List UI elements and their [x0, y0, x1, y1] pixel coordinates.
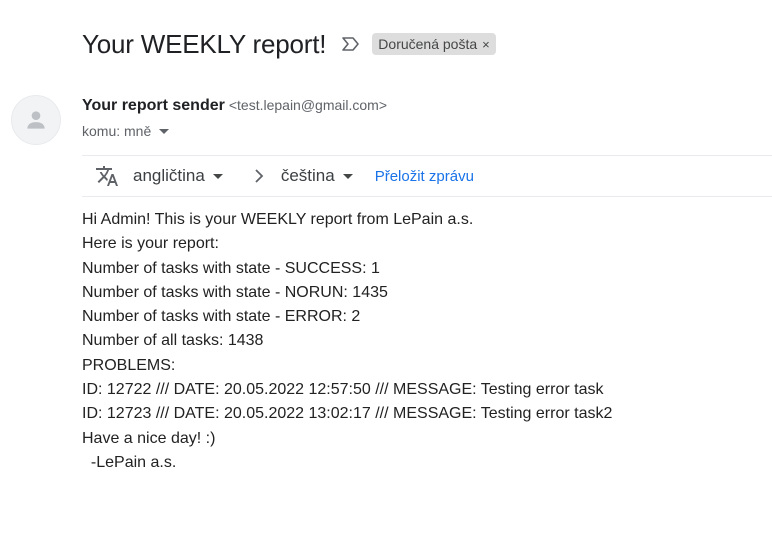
- message-line-signature: -LePain a.s.: [82, 453, 177, 471]
- translate-bar: angličtina čeština Přeložit zprávu: [82, 155, 772, 197]
- translate-message-link[interactable]: Přeložit zprávu: [375, 168, 474, 185]
- recipient-details-toggle[interactable]: komu: mně: [82, 123, 170, 139]
- subject-row: Your WEEKLY report! Doručená pošta ×: [82, 24, 496, 64]
- inbox-label-text: Doručená pošta: [378, 36, 478, 52]
- source-language-select[interactable]: angličtina: [133, 166, 223, 186]
- message-line-closing: Have a nice day! :): [82, 429, 216, 447]
- message-body: Hi Admin! This is your WEEKLY report fro…: [82, 208, 612, 475]
- chevron-down-icon[interactable]: [159, 129, 170, 134]
- message-line-problems-heading: PROBLEMS:: [82, 356, 176, 374]
- default-avatar-icon[interactable]: [11, 95, 61, 145]
- sender-name[interactable]: Your report sender: [82, 97, 225, 114]
- translate-icon: [95, 164, 119, 188]
- message-line-success-count: Number of tasks with state - SUCCESS: 1: [82, 259, 380, 277]
- sender-line: Your report sender <test.lepain@gmail.com…: [82, 97, 387, 115]
- target-language-label: čeština: [280, 166, 335, 185]
- source-language-label: angličtina: [133, 166, 205, 185]
- message-line-problem-1: ID: 12722 /// DATE: 20.05.2022 12:57:50 …: [82, 381, 604, 399]
- message-line-norun-count: Number of tasks with state - NORUN: 1435: [82, 283, 388, 301]
- recipient-text: komu: mně: [82, 123, 152, 139]
- source-language-dropdown-icon: [212, 174, 223, 179]
- target-language-select[interactable]: čeština: [281, 166, 353, 186]
- message-line-greeting: Hi Admin! This is your WEEKLY report fro…: [82, 211, 474, 228]
- message-line-error-count: Number of tasks with state - ERROR: 2: [82, 308, 361, 326]
- inbox-label-chip[interactable]: Doručená pošta ×: [372, 33, 496, 55]
- remove-label-button[interactable]: ×: [482, 38, 490, 51]
- message-line-intro: Here is your report:: [82, 235, 219, 253]
- sender-email: <test.lepain@gmail.com>: [228, 97, 388, 113]
- target-language-dropdown-icon: [342, 174, 353, 179]
- email-subject: Your WEEKLY report!: [82, 28, 327, 59]
- message-line-problem-2: ID: 12723 /// DATE: 20.05.2022 13:02:17 …: [82, 405, 613, 423]
- message-line-total-count: Number of all tasks: 1438: [82, 332, 264, 350]
- chevron-right-icon: [251, 168, 267, 184]
- importance-marker-icon[interactable]: [340, 34, 362, 54]
